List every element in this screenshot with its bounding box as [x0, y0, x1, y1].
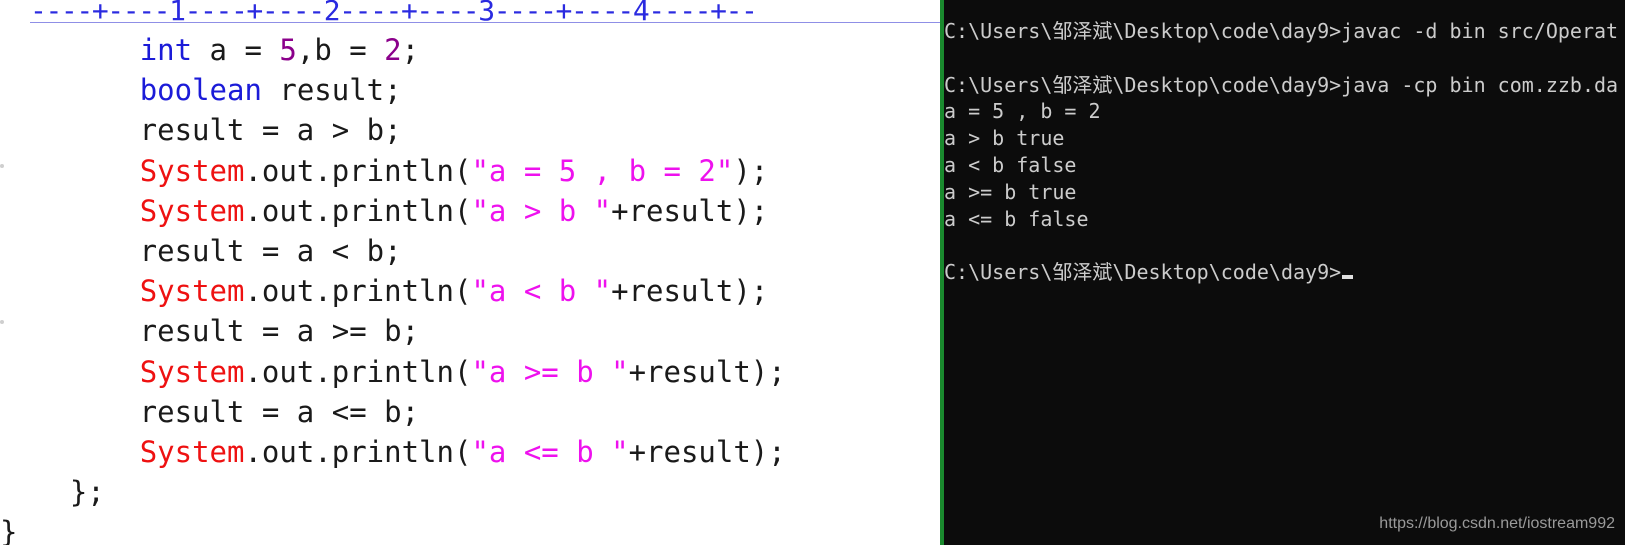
code-line[interactable]: System.out.println("a = 5 , b = 2"); — [0, 151, 786, 191]
code-token: result = a >= b; — [0, 314, 420, 349]
code-token: } — [0, 515, 18, 545]
console-line-text: C:\Users\邹泽斌\Desktop\code\day9>java -cp … — [944, 72, 1619, 97]
code-token: result; — [261, 73, 402, 108]
code-token-str: "a = 5 , b = 2" — [471, 153, 734, 188]
console-line-text: a >= b true — [944, 179, 1077, 204]
code-line[interactable]: System.out.println("a < b "+result); — [0, 271, 786, 311]
console-line: a > b true — [944, 125, 1618, 152]
code-token: result = a <= b; — [0, 394, 420, 429]
code-token-sys: System — [139, 274, 245, 309]
code-token: .out.println( — [244, 193, 472, 228]
code-token: +result); — [611, 274, 769, 309]
code-token-str: "a >= b " — [471, 354, 629, 389]
code-token: .out.println( — [244, 274, 472, 309]
console-window[interactable]: C:\Users\邹泽斌\Desktop\code\day9>javac -d … — [944, 0, 1625, 545]
code-token: }; — [0, 475, 105, 510]
console-line: a <= b false — [944, 206, 1618, 233]
console-output: C:\Users\邹泽斌\Desktop\code\day9>javac -d … — [944, 18, 1618, 286]
console-line-text: a = 5 , b = 2 — [944, 99, 1101, 124]
code-line[interactable]: System.out.println("a <= b "+result); — [0, 432, 786, 472]
watermark: https://blog.csdn.net/iostream992 — [1379, 515, 1615, 532]
code-token: a = — [192, 33, 280, 67]
code-token: +result); — [628, 434, 786, 469]
console-line: a = 5 , b = 2 — [944, 98, 1618, 125]
console-line: a >= b true — [944, 179, 1618, 206]
console-line: C:\Users\邹泽斌\Desktop\code\day9>java -cp … — [944, 72, 1618, 99]
console-line-text: C:\Users\邹泽斌\Desktop\code\day9> — [944, 260, 1342, 285]
code-line[interactable]: System.out.println("a >= b "+result); — [0, 352, 786, 392]
code-token-kw: boolean — [139, 73, 262, 108]
code-token: ); — [733, 153, 769, 188]
code-token: +result); — [628, 354, 786, 389]
code-token: ,b = — [296, 33, 385, 67]
code-token-sys: System — [139, 153, 245, 188]
code-token-kw: int — [139, 33, 193, 67]
code-token-str: "a > b " — [471, 193, 612, 228]
code-token: result = a > b; — [0, 113, 402, 148]
code-line[interactable]: System.out.println("a > b "+result); — [0, 191, 786, 231]
console-line: a < b false — [944, 152, 1618, 179]
code-line[interactable]: boolean result; — [0, 70, 786, 110]
console-line: C:\Users\邹泽斌\Desktop\code\day9> — [944, 259, 1618, 286]
code-line[interactable]: result = a <= b; — [0, 392, 786, 432]
code-line[interactable]: result = a >= b; — [0, 311, 786, 351]
code-token: +result); — [611, 193, 769, 228]
code-line[interactable]: int a = 5,b = 2; — [0, 30, 786, 70]
code-line[interactable]: result = a > b; — [0, 110, 786, 150]
code-line[interactable]: } — [0, 512, 786, 545]
code-editor-pane[interactable]: ----+----1----+----2----+----3----+----4… — [0, 0, 940, 545]
code-token-str: "a <= b " — [471, 434, 629, 469]
console-line-text: a < b false — [944, 152, 1077, 177]
code-line[interactable]: result = a < b; — [0, 231, 786, 271]
code-token-str: "a < b " — [471, 274, 612, 309]
code-token: .out.println( — [244, 153, 472, 188]
console-line-text: a > b true — [944, 126, 1065, 151]
code-token-num: 5 — [279, 33, 297, 67]
code-token: .out.println( — [244, 434, 472, 469]
code-token: .out.println( — [244, 354, 472, 389]
code-token-num: 2 — [384, 33, 402, 67]
console-line-text: a <= b false — [944, 206, 1089, 231]
code-token-sys: System — [139, 193, 245, 228]
code-token: ; — [401, 33, 420, 67]
column-ruler: ----+----1----+----2----+----3----+----4… — [30, 0, 940, 23]
code-token: result = a < b; — [0, 233, 402, 268]
text-cursor — [1342, 275, 1354, 280]
code-line[interactable]: }; — [0, 472, 786, 512]
console-line: C:\Users\邹泽斌\Desktop\code\day9>javac -d … — [944, 18, 1618, 45]
code-token-sys: System — [139, 434, 245, 469]
code-text[interactable]: int a = 5,b = 2; boolean result; result … — [0, 30, 786, 545]
code-token-sys: System — [139, 354, 245, 389]
console-line-text: C:\Users\邹泽斌\Desktop\code\day9>javac -d … — [944, 19, 1619, 43]
